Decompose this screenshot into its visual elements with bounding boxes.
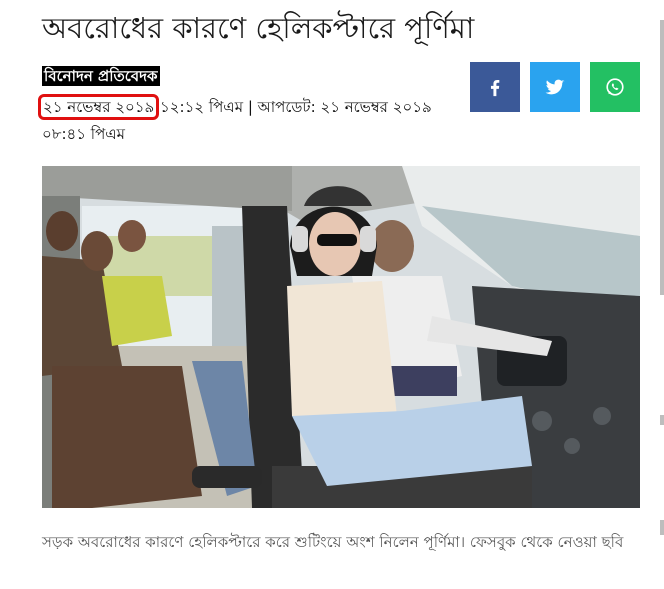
twitter-share-button[interactable] (530, 62, 580, 112)
article-photo (42, 166, 640, 508)
publish-meta: ২১ নভেম্বর ২০১৯ ১২:১২ পিএম | আপডেট: ২১ ন… (37, 94, 442, 148)
twitter-icon (545, 79, 565, 95)
scrollbar-mark-bottom[interactable] (660, 520, 664, 535)
helicopter-cockpit-image (42, 166, 640, 508)
facebook-share-button[interactable] (470, 62, 520, 112)
published-date: ২১ নভেম্বর ২০১৯ (37, 94, 160, 120)
scrollbar-mark-middle[interactable] (660, 415, 664, 425)
scrollbar-track-top[interactable] (660, 20, 664, 295)
author-byline[interactable]: বিনোদন প্রতিবেদক (42, 66, 160, 86)
article-page: অবরোধের কারণে হেলিকপ্টারে পূর্ণিমা বিনোদ… (0, 0, 664, 589)
photo-caption: সড়ক অবরোধের কারণে হেলিকপ্টারে করে শুটিং… (42, 533, 624, 551)
article-headline: অবরোধের কারণে হেলিকপ্টারে পূর্ণিমা (42, 11, 475, 45)
whatsapp-icon (606, 78, 624, 96)
updated-label: আপডেট: (257, 98, 316, 116)
facebook-icon (490, 79, 500, 97)
meta-separator: | (247, 98, 253, 116)
whatsapp-share-button[interactable] (590, 62, 640, 112)
published-time: ১২:১২ পিএম (160, 98, 244, 116)
